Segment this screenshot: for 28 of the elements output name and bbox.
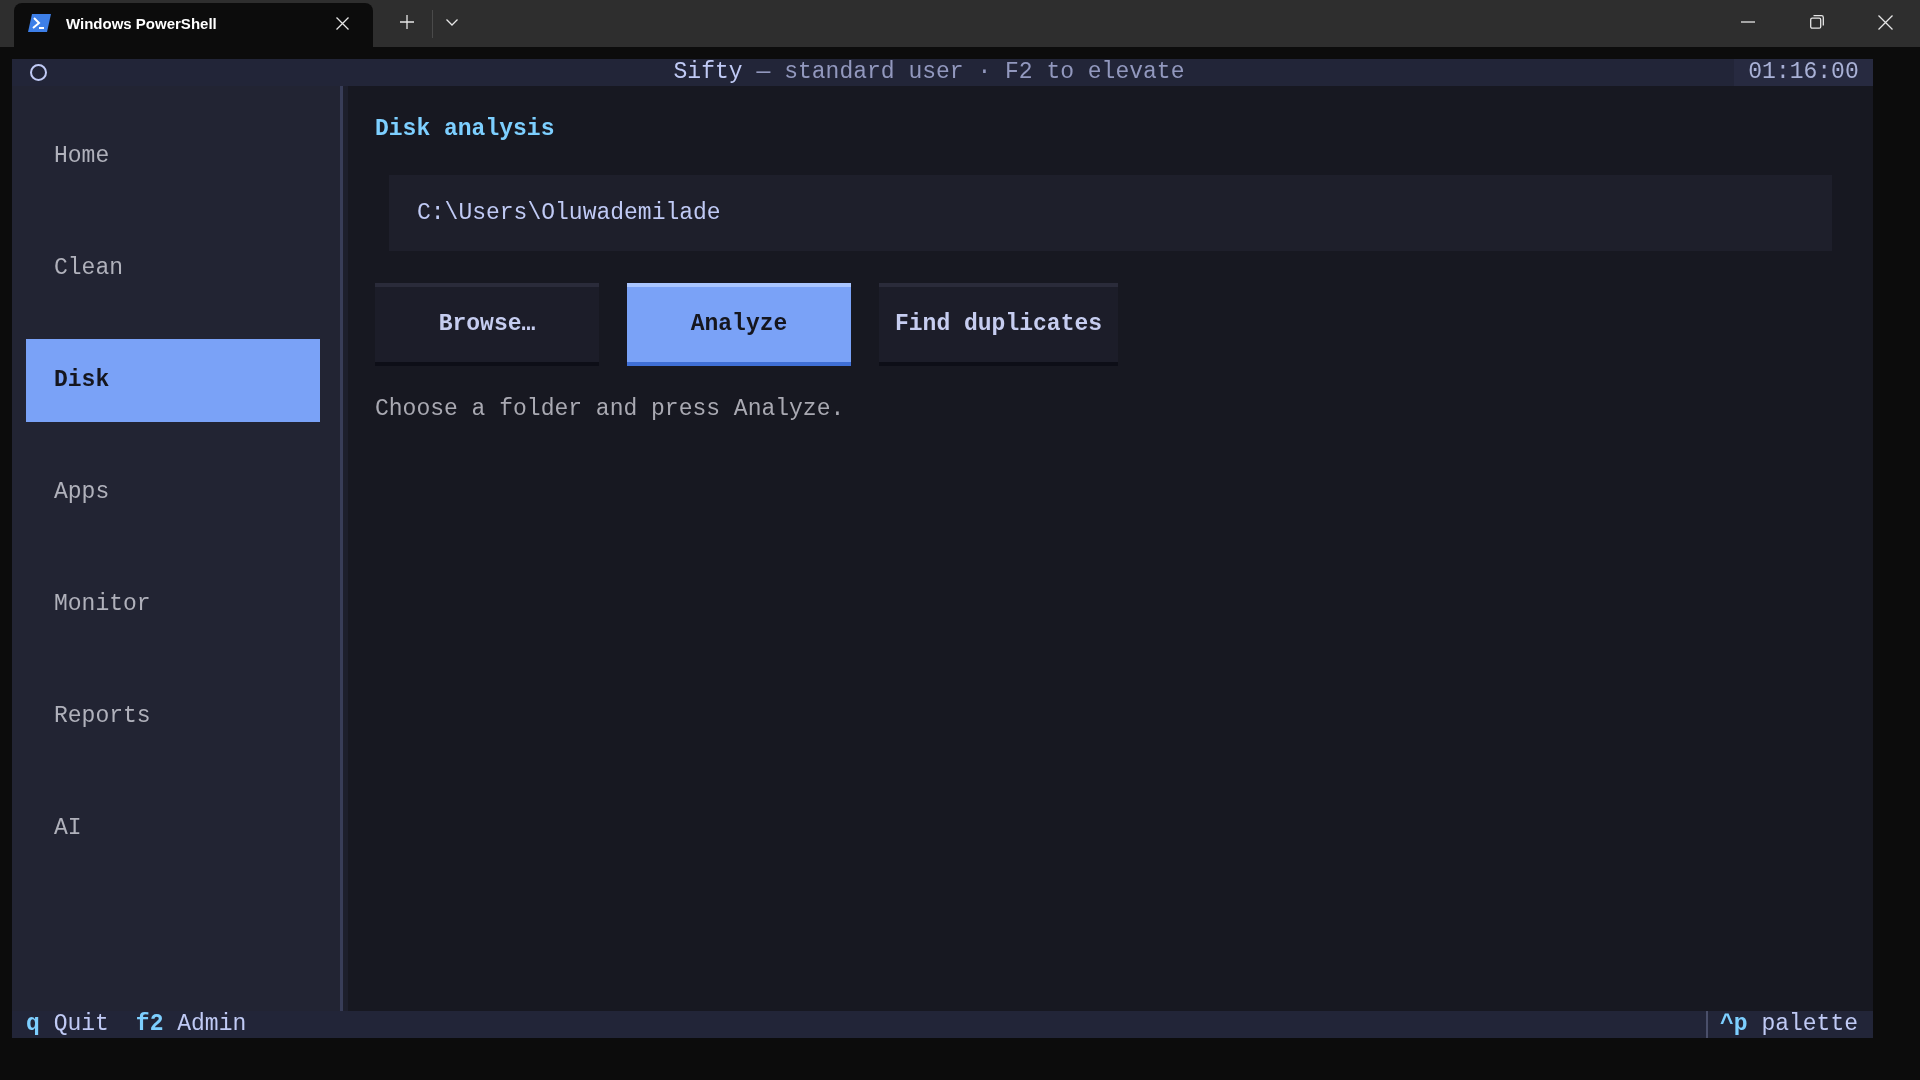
terminal-tab[interactable]: Windows PowerShell	[14, 3, 373, 47]
restore-icon	[1809, 15, 1824, 29]
sidebar-item[interactable]: Monitor	[26, 563, 320, 646]
sidebar-item[interactable]: Clean	[26, 227, 320, 310]
chevron-down-icon	[446, 18, 458, 26]
sidebar-item[interactable]: Apps	[26, 451, 320, 534]
action-button[interactable]: Analyze	[627, 283, 851, 366]
terminal-prompt-icon	[28, 14, 51, 32]
path-field[interactable]: C:\Users\Oluwademilade	[389, 175, 1832, 251]
circle-icon	[30, 64, 47, 81]
plus-icon	[400, 15, 414, 29]
app-subtitle: — standard user · F2 to elevate	[756, 59, 1185, 86]
sidebar-item[interactable]: Disk	[26, 339, 320, 422]
hint-text: Choose a folder and press Analyze.	[375, 395, 845, 423]
close-icon	[335, 16, 349, 30]
clock: 01:16:00	[1734, 59, 1873, 86]
sidebar-item[interactable]: Reports	[26, 675, 320, 758]
section-heading: Disk analysis	[375, 115, 555, 143]
action-button[interactable]: Browse…	[375, 283, 599, 366]
minimize-icon	[1740, 21, 1755, 23]
sidebar-item[interactable]: Home	[26, 115, 320, 198]
app-title: Sifty	[673, 59, 743, 86]
sidebar-item[interactable]: AI	[26, 787, 320, 870]
key-binding[interactable]: ^p palette	[1705, 1011, 1858, 1038]
action-button[interactable]: Find duplicates	[879, 283, 1119, 366]
key-binding[interactable]: f2 Admin	[135, 1011, 247, 1038]
close-icon	[1878, 14, 1893, 30]
key-binding[interactable]: q Quit	[26, 1011, 109, 1038]
